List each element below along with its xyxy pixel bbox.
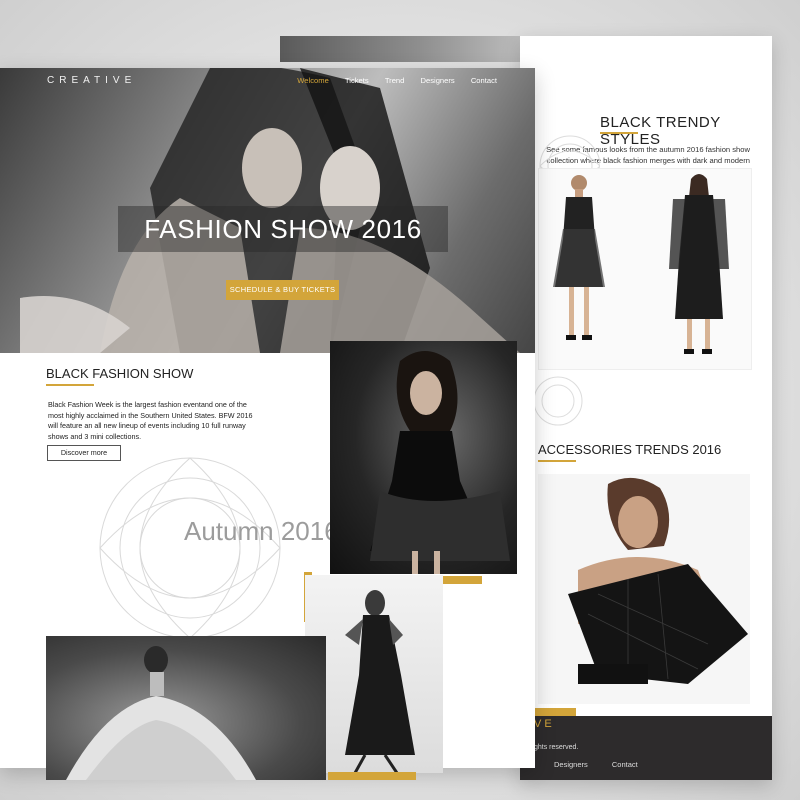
black-fashion-show-description: Black Fashion Week is the largest fashio… xyxy=(48,400,253,441)
hero-section: CREATIVE Welcome Tickets Trend Designers… xyxy=(0,68,535,353)
footer-logo: VE xyxy=(534,718,555,730)
title-underline xyxy=(46,384,94,386)
nav-tickets[interactable]: Tickets xyxy=(345,76,369,85)
footer: VE ghts reserved. Designers Contact xyxy=(520,716,772,780)
lace-ornament-icon xyxy=(533,376,583,426)
dresses-photo xyxy=(538,168,752,370)
right-page: BLACK TRENDY STYLES See some famous look… xyxy=(520,36,772,780)
title-underline xyxy=(538,460,576,462)
autumn-2016-overlay: Autumn 2016 xyxy=(184,516,339,546)
title-underline xyxy=(600,132,638,134)
gold-accent-bar xyxy=(528,708,576,716)
model-with-bag-illustration xyxy=(538,474,750,704)
nav-trend[interactable]: Trend xyxy=(385,76,405,85)
nav-welcome[interactable]: Welcome xyxy=(297,76,329,85)
accessories-photo xyxy=(538,474,750,704)
schedule-buy-tickets-button[interactable]: SCHEDULE & BUY TICKETS xyxy=(226,280,339,300)
nav-designers[interactable]: Designers xyxy=(421,76,455,85)
lace-ornament-icon xyxy=(99,457,281,639)
accessories-title: ACCESSORIES TRENDS 2016 xyxy=(538,442,722,457)
logo[interactable]: CREATIVE xyxy=(47,75,136,86)
nav-contact[interactable]: Contact xyxy=(471,76,497,85)
hero-title-box: FASHION SHOW 2016 xyxy=(118,206,448,252)
black-trendy-styles-title: BLACK TRENDY STYLES xyxy=(600,114,721,148)
gold-accent-bar xyxy=(442,576,482,584)
footer-nav: Designers Contact xyxy=(554,760,660,769)
footer-nav-designers[interactable]: Designers xyxy=(554,760,588,769)
gold-accent-bar xyxy=(328,772,416,780)
footer-nav-contact[interactable]: Contact xyxy=(612,760,638,769)
model-illustration xyxy=(370,351,510,574)
fur-dress-photo xyxy=(46,636,326,780)
dress-models-illustration xyxy=(553,174,729,354)
black-fashion-show-title: BLACK FASHION SHOW xyxy=(46,366,194,381)
footer-copyright: ghts reserved. xyxy=(534,744,579,751)
model-black-dress-photo xyxy=(330,341,517,574)
top-nav: Welcome Tickets Trend Designers Contact xyxy=(283,76,497,85)
model-fur-illustration xyxy=(66,646,256,780)
hero-title: FASHION SHOW 2016 xyxy=(144,214,422,244)
